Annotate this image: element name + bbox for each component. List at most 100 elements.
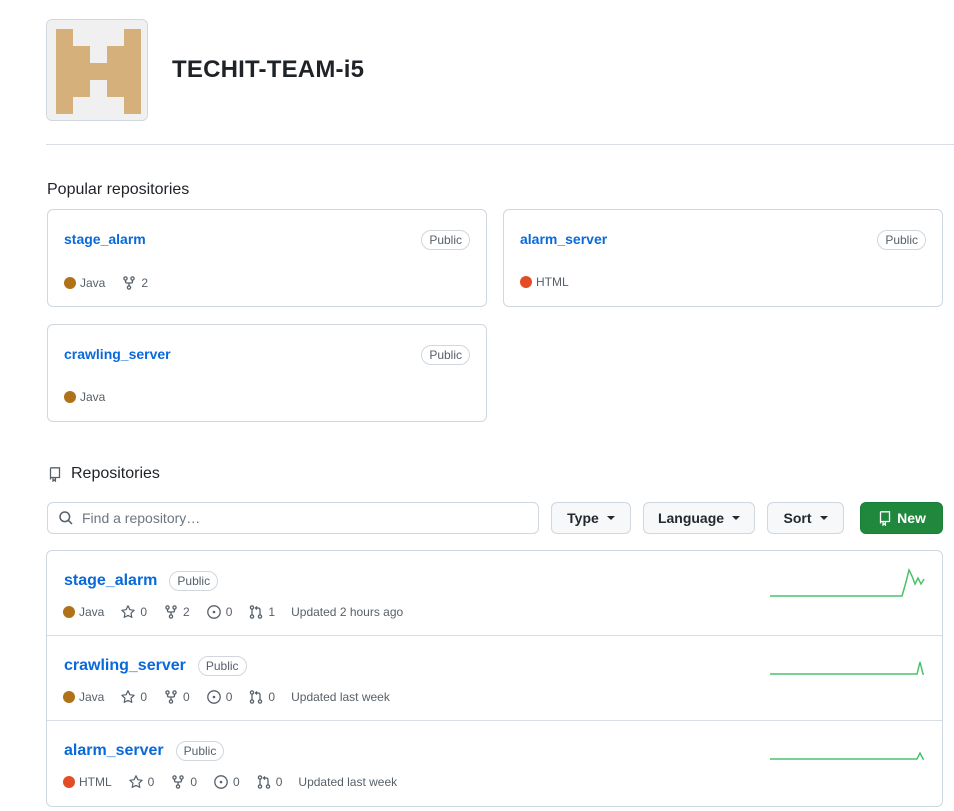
repository-link[interactable]: crawling_server — [64, 657, 186, 675]
caret-down-icon — [732, 516, 741, 520]
issue-icon — [214, 775, 228, 789]
visibility-badge: Public — [175, 741, 225, 761]
pull-requests-count: 1 — [268, 605, 276, 619]
issues-link[interactable]: 0 — [206, 689, 233, 705]
org-header: TECHIT-TEAM-i5 — [46, 19, 364, 121]
issues-count: 0 — [225, 690, 233, 704]
stars-link[interactable]: 0 — [120, 689, 147, 705]
language-color-dot — [520, 276, 532, 288]
stars-link[interactable]: 0 — [120, 604, 147, 620]
caret-down-icon — [819, 516, 828, 520]
fork-icon — [165, 690, 177, 704]
pull-request-icon — [250, 605, 263, 619]
forks-count: 0 — [183, 690, 190, 704]
pull-request-icon — [250, 690, 263, 704]
repository-meta: Java 0 2 0 1 Updated 2 hours ago — [63, 604, 419, 620]
language-info: HTML — [63, 775, 112, 789]
pull-requests-link[interactable]: 0 — [256, 774, 283, 790]
language-filter-button[interactable]: Language — [643, 502, 755, 534]
language-color-dot — [63, 691, 75, 703]
header-divider — [46, 144, 954, 145]
language-info: Java — [63, 690, 104, 704]
issue-icon — [206, 690, 221, 704]
search-icon — [59, 511, 73, 525]
pinned-repo-card: stage_alarm Public Java 2 — [47, 209, 487, 307]
repository-title-line: alarm_server Public — [64, 741, 225, 761]
visibility-badge: Public — [169, 571, 219, 591]
stars-count: 0 — [140, 605, 148, 619]
repository-link[interactable]: stage_alarm — [64, 572, 157, 590]
repo-icon — [879, 511, 891, 526]
stars-count: 0 — [140, 690, 148, 704]
issues-count: 0 — [225, 605, 233, 619]
language-info: HTML — [520, 275, 569, 289]
activity-sparkline — [770, 567, 925, 597]
language-info: Java — [64, 276, 105, 290]
pull-requests-link[interactable]: 0 — [248, 689, 275, 705]
pinned-repo-card: alarm_server Public HTML — [503, 209, 943, 307]
forks-count: 2 — [183, 605, 190, 619]
language-info: Java — [63, 605, 104, 619]
pull-requests-count: 0 — [275, 775, 283, 789]
org-name: TECHIT-TEAM-i5 — [172, 56, 365, 83]
pinned-repo-meta: Java — [64, 390, 121, 404]
forks-link[interactable]: 0 — [163, 689, 190, 705]
language-label: HTML — [536, 275, 569, 289]
visibility-badge: Public — [877, 230, 926, 250]
forks-count: 2 — [141, 276, 149, 290]
type-filter-label: Type — [567, 510, 599, 526]
repository-row: stage_alarm Public Java 0 2 0 1 Updated … — [47, 551, 942, 636]
pull-request-icon — [257, 775, 270, 789]
updated-time: Updated last week — [298, 775, 398, 789]
forks-link[interactable]: 2 — [121, 275, 148, 291]
stars-count: 0 — [147, 775, 155, 789]
issues-link[interactable]: 0 — [213, 774, 240, 790]
repository-link[interactable]: alarm_server — [64, 742, 164, 760]
pinned-repo-card: crawling_server Public Java — [47, 324, 487, 422]
repository-meta: HTML 0 0 0 0 Updated last week — [63, 774, 413, 790]
issues-link[interactable]: 0 — [206, 604, 233, 620]
repository-list: stage_alarm Public Java 0 2 0 1 Updated … — [46, 550, 943, 807]
pinned-repo-link[interactable]: crawling_server — [64, 346, 171, 362]
identicon-icon — [47, 20, 147, 120]
repository-title-line: crawling_server Public — [64, 656, 247, 676]
new-repository-button[interactable]: New — [860, 502, 943, 534]
star-icon — [121, 690, 136, 703]
pinned-repo-meta: Java 2 — [64, 275, 164, 291]
forks-link[interactable]: 2 — [163, 604, 190, 620]
sort-button[interactable]: Sort — [767, 502, 844, 534]
popular-repositories-title: Popular repositories — [47, 181, 190, 198]
forks-count: 0 — [190, 775, 198, 789]
pull-requests-link[interactable]: 1 — [248, 604, 275, 620]
visibility-badge: Public — [421, 345, 470, 365]
type-filter-button[interactable]: Type — [551, 502, 631, 534]
repository-search[interactable] — [47, 502, 539, 534]
activity-sparkline — [770, 661, 924, 675]
repositories-title: Repositories — [71, 465, 160, 482]
language-label: HTML — [79, 775, 112, 789]
language-color-dot — [64, 277, 76, 289]
fork-icon — [172, 775, 185, 789]
language-label: Java — [80, 390, 106, 404]
forks-link[interactable]: 0 — [170, 774, 197, 790]
visibility-badge: Public — [197, 656, 247, 676]
fork-icon — [165, 605, 177, 619]
repositories-heading: Repositories — [47, 465, 160, 483]
language-label: Java — [79, 605, 105, 619]
language-label: Java — [80, 276, 106, 290]
repository-row: crawling_server Public Java 0 0 0 0 Upda… — [47, 636, 942, 721]
org-avatar[interactable] — [46, 19, 148, 121]
language-color-dot — [64, 391, 76, 403]
updated-time: Updated last week — [291, 690, 390, 704]
pinned-repo-link[interactable]: alarm_server — [520, 231, 607, 247]
repository-title-line: stage_alarm Public — [64, 571, 219, 591]
visibility-badge: Public — [421, 230, 470, 250]
activity-sparkline — [770, 751, 924, 760]
pinned-repo-meta: HTML — [520, 275, 585, 289]
language-color-dot — [63, 776, 75, 788]
search-input[interactable] — [82, 510, 512, 526]
language-color-dot — [63, 606, 75, 618]
pinned-repo-link[interactable]: stage_alarm — [64, 231, 146, 247]
stars-link[interactable]: 0 — [128, 774, 155, 790]
fork-icon — [123, 276, 136, 290]
